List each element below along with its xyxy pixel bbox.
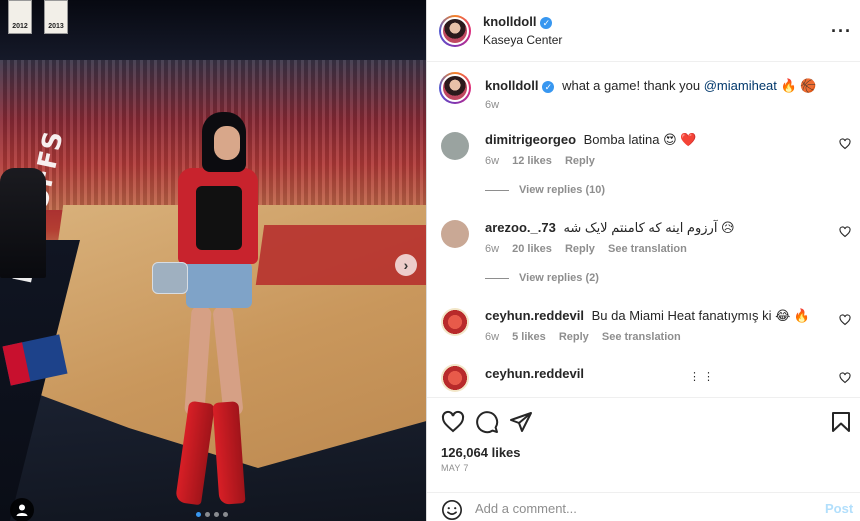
caption-username[interactable]: knolldoll <box>485 78 538 93</box>
post-date[interactable]: MAY 7 <box>441 463 469 473</box>
reply-button[interactable]: Reply <box>565 243 595 255</box>
carousel-dot <box>223 512 228 517</box>
comment-text: ⋮ ⋮ <box>689 371 715 383</box>
bookmark-icon[interactable] <box>829 410 853 434</box>
caption-emojis: 🔥 🏀 <box>780 78 817 93</box>
caption-text: what a game! thank you <box>562 78 701 93</box>
caption: knolldoll ✓ what a game! thank you @miami… <box>427 72 860 122</box>
author-username[interactable]: knolldoll <box>483 14 536 29</box>
red-boot <box>175 400 215 506</box>
heart-icon[interactable] <box>839 226 851 238</box>
post-button[interactable]: Post <box>825 501 853 516</box>
more-options-icon[interactable]: ··· <box>831 22 852 40</box>
heart-icon[interactable] <box>839 372 851 384</box>
avatar[interactable] <box>441 364 469 392</box>
comment-likes[interactable]: 20 likes <box>512 243 552 255</box>
heart-icon[interactable] <box>839 314 851 326</box>
championship-banner: 2013 <box>44 0 68 34</box>
see-translation-button[interactable]: See translation <box>608 243 687 255</box>
handbag <box>152 262 188 294</box>
heart-icon[interactable] <box>839 138 851 150</box>
comment-likes[interactable]: 12 likes <box>512 155 552 167</box>
like-count[interactable]: 126,064 likes <box>441 445 521 460</box>
reply-button[interactable]: Reply <box>559 331 589 343</box>
add-comment-bar: Post <box>427 492 860 521</box>
woman-posing <box>152 112 270 507</box>
avatar[interactable] <box>441 308 469 336</box>
chevron-right-icon: › <box>403 257 409 273</box>
comment-username[interactable]: ceyhun.reddevil <box>485 366 584 381</box>
carousel-dot <box>214 512 219 517</box>
red-boot <box>212 401 246 505</box>
face <box>214 126 240 160</box>
comment-time[interactable]: 6w <box>485 155 499 167</box>
heart-icon[interactable] <box>441 410 465 434</box>
verified-badge-icon: ✓ <box>542 80 555 93</box>
comments-list[interactable]: knolldoll ✓ what a game! thank you @miami… <box>427 62 860 394</box>
reply-button[interactable]: Reply <box>565 155 595 167</box>
avatar[interactable] <box>441 132 469 160</box>
avatar[interactable] <box>439 72 471 104</box>
comment: arezoo._.73 آرزوم اینه که کامنتم لایک شه… <box>427 216 860 296</box>
view-replies-button[interactable]: View replies (2) <box>485 272 599 284</box>
carousel-indicator <box>196 512 228 517</box>
security-staff <box>0 168 46 278</box>
smiley-icon[interactable] <box>441 499 463 521</box>
comment-username[interactable]: arezoo._.73 <box>485 220 556 235</box>
comment: ceyhun.reddevil ⋮ ⋮ <box>427 362 860 394</box>
user-icon <box>16 504 28 516</box>
comment-time[interactable]: 6w <box>485 331 499 343</box>
comment: dimitrigeorgeo Bomba latina 😍 ❤️ 6w 12 l… <box>427 128 860 208</box>
caption-mention[interactable]: @miamiheat <box>704 78 777 93</box>
comment-time[interactable]: 6w <box>485 243 499 255</box>
comment: ceyhun.reddevil Bu da Miami Heat fanatıy… <box>427 304 860 354</box>
post-photo[interactable]: 2012 2013 PLAYOFFS › <box>0 0 426 521</box>
comment-username[interactable]: dimitrigeorgeo <box>485 132 576 147</box>
send-icon[interactable] <box>509 410 533 434</box>
comment-icon[interactable] <box>475 410 499 434</box>
post-detail-panel: knolldoll ✓ Kaseya Center ··· knolldoll ✓ … <box>426 0 860 521</box>
championship-banner: 2012 <box>8 0 32 34</box>
comment-username[interactable]: ceyhun.reddevil <box>485 308 584 323</box>
comment-input[interactable] <box>475 497 815 519</box>
comment-text: Bu da Miami Heat fanatıymış ki 😂 🔥 <box>591 308 811 323</box>
avatar[interactable] <box>439 15 471 47</box>
avatar[interactable] <box>441 220 469 248</box>
next-slide-button[interactable]: › <box>395 254 417 276</box>
view-replies-button[interactable]: View replies (10) <box>485 184 605 196</box>
action-bar <box>427 397 860 447</box>
comment-text: Bomba latina 😍 ❤️ <box>583 132 697 147</box>
caption-time[interactable]: 6w <box>485 99 499 111</box>
post-location[interactable]: Kaseya Center <box>483 33 562 47</box>
post-header: knolldoll ✓ Kaseya Center ··· <box>427 0 860 62</box>
black-top <box>196 186 242 250</box>
comment-likes[interactable]: 5 likes <box>512 331 546 343</box>
carousel-dot <box>196 512 201 517</box>
denim-shorts <box>186 262 252 308</box>
tagged-users-button[interactable] <box>10 498 34 521</box>
comment-text: آرزوم اینه که کامنتم لایک شه 😥 <box>563 220 735 235</box>
verified-badge-icon: ✓ <box>540 16 553 29</box>
carousel-dot <box>205 512 210 517</box>
see-translation-button[interactable]: See translation <box>602 331 681 343</box>
